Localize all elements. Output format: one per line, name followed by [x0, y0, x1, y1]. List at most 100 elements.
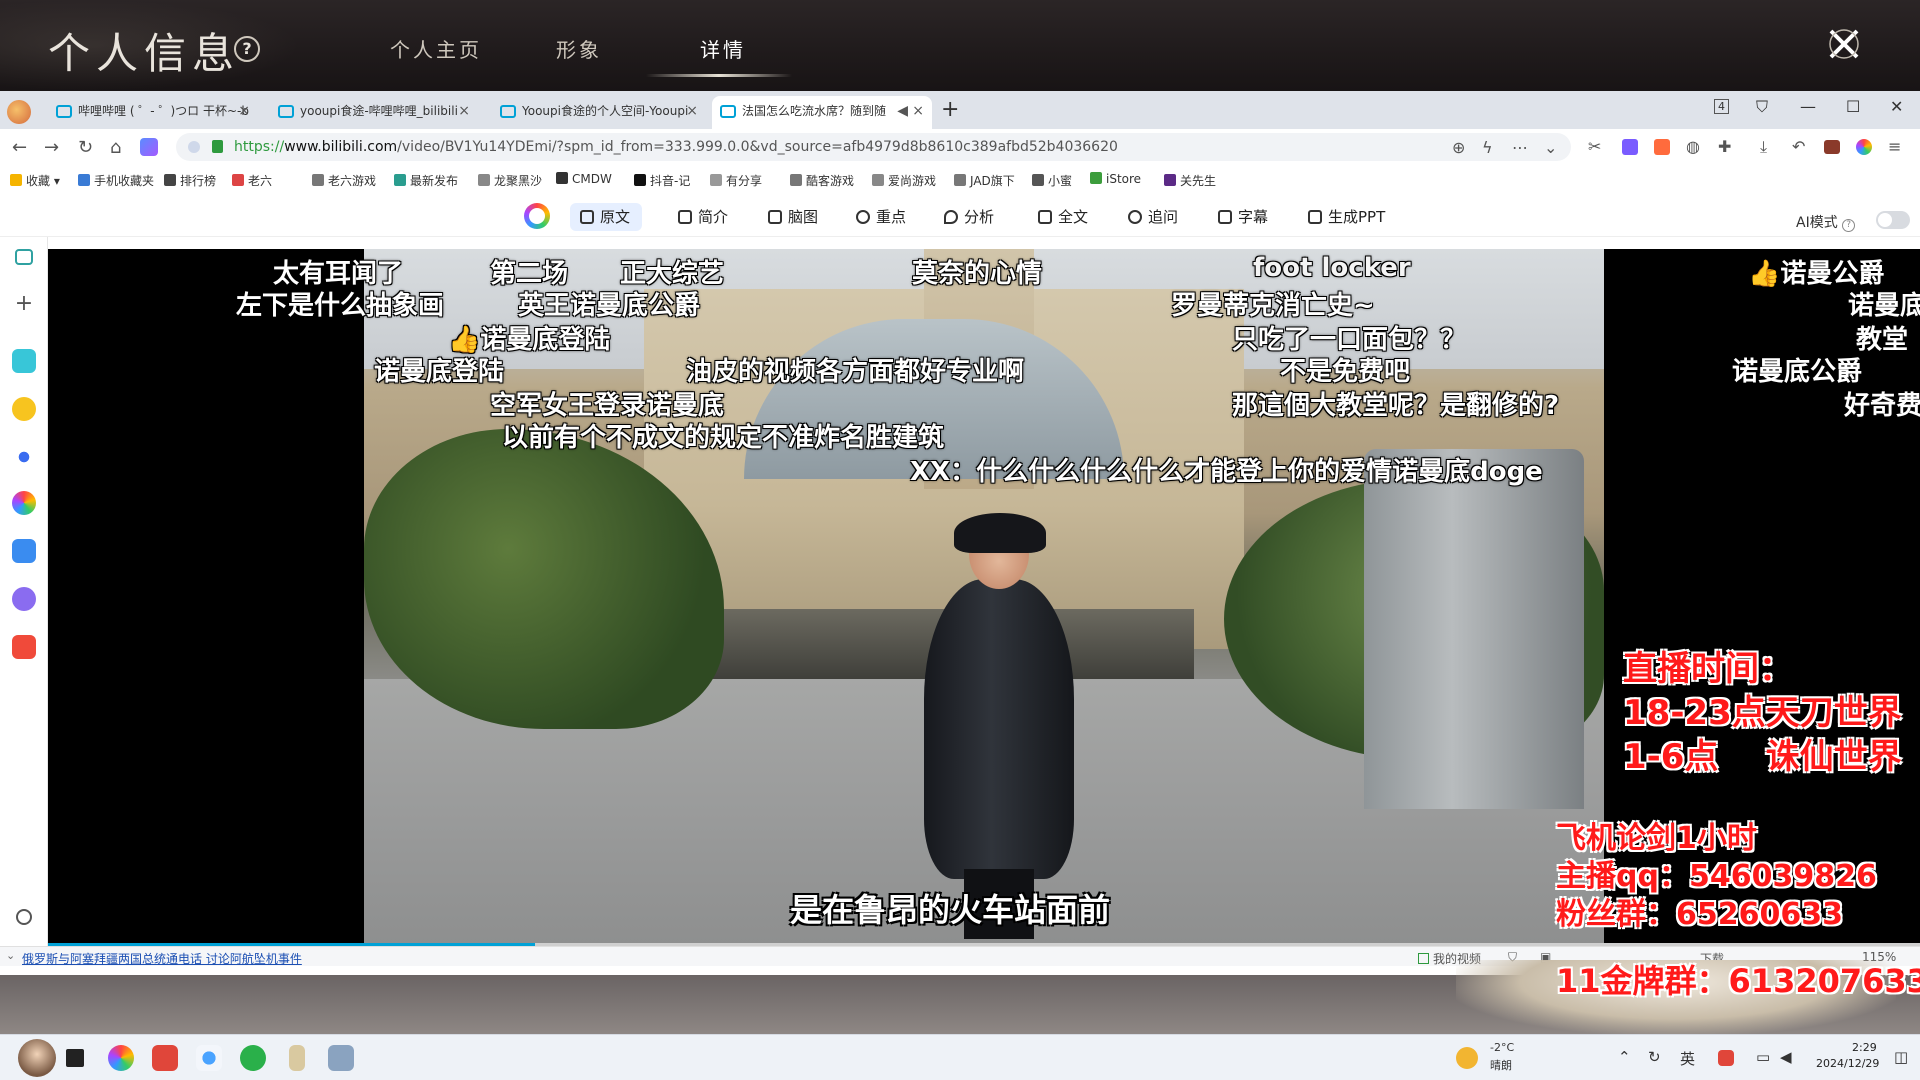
- tab-close-icon[interactable]: ×: [458, 96, 470, 127]
- back-icon[interactable]: ←: [12, 137, 27, 158]
- gamepad-icon[interactable]: [152, 1045, 178, 1071]
- tab-details[interactable]: 详情: [700, 34, 746, 63]
- bookmark-item[interactable]: 关先生: [1164, 172, 1216, 189]
- bookmark-item[interactable]: CMDW: [556, 172, 612, 186]
- browser-tab[interactable]: 哔哩哔哩 ( ゜- ゜)つロ 干杯~-b ×: [48, 96, 258, 129]
- scissors-icon[interactable]: ✂: [1588, 137, 1601, 156]
- ai-logo-icon[interactable]: [524, 203, 550, 229]
- bookmark-item[interactable]: 酷客游戏: [790, 172, 854, 189]
- undo-icon[interactable]: ↶: [1792, 137, 1805, 156]
- bookmark-item[interactable]: 老六游戏: [312, 172, 376, 189]
- new-tab-button[interactable]: +: [941, 97, 959, 122]
- window-count-icon[interactable]: 4: [1714, 99, 1729, 114]
- wallet-icon[interactable]: [1824, 140, 1840, 154]
- bookmark-item[interactable]: 老六: [232, 172, 272, 189]
- clock-date[interactable]: 2024/12/29: [1816, 1057, 1879, 1070]
- bookmark-item[interactable]: 排行榜: [164, 172, 216, 189]
- ai-tool-fulltext[interactable]: 全文: [1028, 203, 1100, 231]
- browser-icon[interactable]: [108, 1045, 134, 1071]
- notification-icon[interactable]: ◫: [1894, 1048, 1908, 1066]
- bookmark-item[interactable]: iStore: [1090, 172, 1141, 186]
- more-icon[interactable]: ⋯: [1512, 138, 1528, 157]
- settings-icon[interactable]: [16, 909, 32, 925]
- gamepad-icon[interactable]: [12, 635, 36, 659]
- minimize-button[interactable]: —: [1800, 97, 1816, 116]
- ai-tool-followup[interactable]: 追问: [1118, 203, 1190, 231]
- ai-icon[interactable]: [140, 138, 158, 156]
- forward-icon[interactable]: →: [44, 137, 59, 158]
- chat-bot-icon[interactable]: [12, 587, 36, 611]
- browser-tab[interactable]: yooupi食途-哔哩哔哩_bilibili ×: [270, 96, 478, 129]
- speaker-icon[interactable]: ◀: [897, 96, 908, 127]
- tab-close-icon[interactable]: ×: [912, 96, 924, 127]
- star-icon[interactable]: [12, 397, 36, 421]
- network-status-icon[interactable]: ▭: [1756, 1048, 1770, 1066]
- shirt-icon[interactable]: ⛉: [1756, 97, 1768, 117]
- network-icon[interactable]: [12, 445, 36, 469]
- close-icon[interactable]: [1826, 26, 1862, 62]
- translate-icon[interactable]: [12, 349, 36, 373]
- video-player[interactable]: 太有耳闻了 第二场 正大综艺 莫奈的心情 foot locker 左下是什么抽象…: [48, 249, 1920, 945]
- ai-tool-analysis[interactable]: 分析: [934, 203, 1006, 231]
- network-icon[interactable]: [196, 1045, 222, 1071]
- tab-appearance[interactable]: 形象: [556, 34, 602, 63]
- ime-icon[interactable]: 英: [1680, 1048, 1695, 1069]
- news-ticker-link[interactable]: 俄罗斯与阿塞拜疆两国总统通电话 讨论阿航坠机事件: [22, 950, 302, 967]
- bottle-icon[interactable]: [289, 1045, 305, 1071]
- bookmark-item[interactable]: 手机收藏夹: [78, 172, 154, 189]
- avatar[interactable]: [18, 1039, 56, 1077]
- home-icon[interactable]: ⌂: [110, 137, 121, 158]
- tab-profile-home[interactable]: 个人主页: [390, 34, 482, 63]
- window-close-button[interactable]: ✕: [1890, 97, 1903, 116]
- ai-icon[interactable]: [12, 539, 36, 563]
- reload-icon[interactable]: ↻: [78, 137, 93, 158]
- help-icon[interactable]: ?: [234, 36, 260, 62]
- ie-icon[interactable]: [240, 1045, 266, 1071]
- site-info-icon[interactable]: [188, 141, 200, 153]
- extension-icon[interactable]: [1622, 139, 1638, 155]
- bookmark-item[interactable]: 抖音-记: [634, 172, 690, 189]
- browser-tab[interactable]: Yooupi食途的个人空间-Yooupi ×: [492, 96, 706, 129]
- ai-tool-subtitles[interactable]: 字幕: [1208, 203, 1280, 231]
- bookmark-item[interactable]: 爱尚游戏: [872, 172, 936, 189]
- lightning-icon[interactable]: ϟ: [1482, 138, 1493, 157]
- bookmark-item[interactable]: 最新发布: [394, 172, 458, 189]
- bookmark-item[interactable]: 龙聚黑沙: [478, 172, 542, 189]
- download-icon[interactable]: ⤓: [1760, 137, 1767, 157]
- zoom-icon[interactable]: ⊕: [1452, 138, 1465, 157]
- chevron-down-icon[interactable]: ⌄: [1544, 138, 1557, 157]
- ai-assistant-icon[interactable]: [12, 491, 36, 515]
- profile-avatar[interactable]: [7, 100, 31, 124]
- browser-tab-active[interactable]: 法国怎么吃流水席？随到随 ◀ ×: [712, 96, 932, 129]
- chevron-down-icon[interactable]: ⌄: [6, 949, 15, 962]
- info-icon[interactable]: ?: [1842, 219, 1856, 232]
- window-icon[interactable]: [66, 1049, 84, 1067]
- ai-tool-mindmap[interactable]: 脑图: [758, 203, 830, 231]
- menu-icon[interactable]: ≡: [1888, 137, 1901, 156]
- ai-tool-summary[interactable]: 简介: [668, 203, 740, 231]
- game-extension-icon[interactable]: [1654, 139, 1670, 155]
- volume-icon[interactable]: ◀: [1780, 1048, 1792, 1066]
- bookmark-item[interactable]: 小蜜: [1032, 172, 1072, 189]
- chevron-up-icon[interactable]: ⌃: [1618, 1048, 1631, 1066]
- clock-time[interactable]: 2:29: [1852, 1041, 1877, 1054]
- shield-icon[interactable]: ◍: [1686, 137, 1700, 156]
- maximize-button[interactable]: ☐: [1846, 97, 1860, 116]
- sync-icon[interactable]: ↻: [1648, 1048, 1661, 1066]
- tab-close-icon[interactable]: ×: [686, 96, 698, 127]
- ai-tool-highlights[interactable]: 重点: [846, 203, 918, 231]
- add-icon[interactable]: +: [12, 293, 36, 317]
- game-icon[interactable]: [328, 1045, 354, 1071]
- tab-close-icon[interactable]: ×: [238, 96, 250, 127]
- url-field[interactable]: https://www.bilibili.com/video/BV1Yu14YD…: [176, 133, 1571, 161]
- puzzle-icon[interactable]: ✚: [1718, 137, 1731, 156]
- bookmark-item[interactable]: JAD旗下: [954, 172, 1015, 189]
- color-ai-icon[interactable]: [1856, 139, 1872, 155]
- home-icon[interactable]: [15, 249, 33, 265]
- bookmark-item[interactable]: 有分享: [710, 172, 762, 189]
- bookmark-item[interactable]: 收藏 ▾: [10, 172, 60, 189]
- ai-mode-toggle[interactable]: [1876, 211, 1910, 229]
- ai-tool-original[interactable]: 原文: [570, 203, 643, 231]
- ai-tool-ppt[interactable]: 生成PPT: [1298, 203, 1397, 231]
- app-tray-icon[interactable]: [1718, 1050, 1734, 1066]
